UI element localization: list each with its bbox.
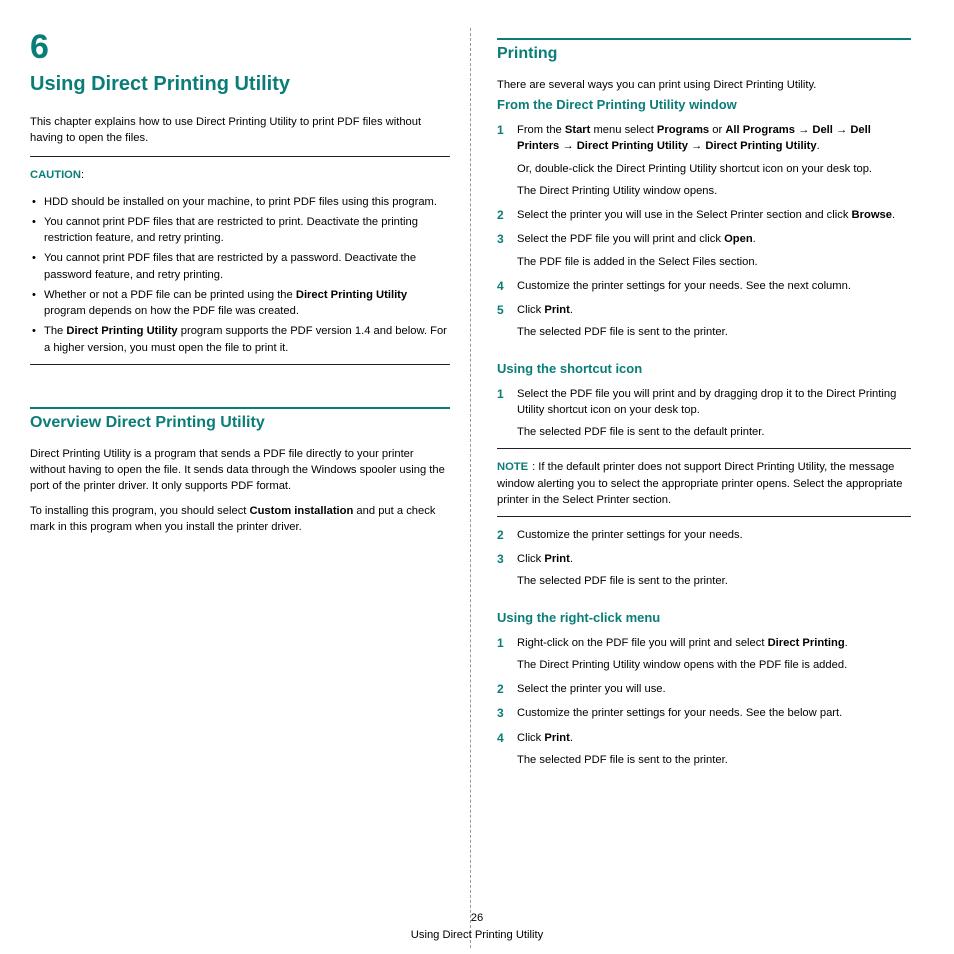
list-item: HDD should be installed on your machine,…: [30, 194, 450, 210]
step: Select the printer you will use.: [497, 681, 911, 697]
page-footer: 26 Using Direct Printing Utility: [0, 910, 954, 944]
chapter-intro: This chapter explains how to use Direct …: [30, 114, 450, 146]
subheading-shortcut: Using the shortcut icon: [497, 361, 911, 376]
page-number: 26: [0, 910, 954, 927]
step: Customize the printer settings for your …: [497, 527, 911, 543]
caution-label: CAUTION: [30, 169, 81, 181]
section-rule: [30, 407, 450, 409]
step: Select the PDF file you will print and c…: [497, 231, 911, 269]
steps-window: From the Start menu select Programs or A…: [497, 122, 911, 340]
steps-shortcut-cont: Customize the printer settings for your …: [497, 527, 911, 590]
list-item: You cannot print PDF files that are rest…: [30, 214, 450, 246]
step: Click Print. The selected PDF file is se…: [497, 302, 911, 340]
step: Customize the printer settings for your …: [497, 278, 911, 294]
page-footer-text: Using Direct Printing Utility: [0, 927, 954, 944]
note: NOTE: If the default printer does not su…: [497, 459, 911, 508]
step: From the Start menu select Programs or A…: [497, 122, 911, 199]
list-item: Whether or not a PDF file can be printed…: [30, 287, 450, 319]
subheading-window: From the Direct Printing Utility window: [497, 97, 911, 112]
section-title-overview: Overview Direct Printing Utility: [30, 414, 450, 432]
steps-rightclick: Right-click on the PDF file you will pri…: [497, 635, 911, 768]
step: Select the PDF file you will print and b…: [497, 386, 911, 441]
list-item: You cannot print PDF files that are rest…: [30, 250, 450, 282]
steps-shortcut: Select the PDF file you will print and b…: [497, 386, 911, 441]
section-title-printing: Printing: [497, 45, 911, 63]
separator: [30, 156, 450, 157]
paragraph: There are several ways you can print usi…: [497, 77, 911, 93]
separator: [30, 364, 450, 365]
caution-list: HDD should be installed on your machine,…: [30, 194, 450, 356]
step: Click Print. The selected PDF file is se…: [497, 551, 911, 589]
paragraph: To installing this program, you should s…: [30, 503, 450, 535]
step: Select the printer you will use in the S…: [497, 207, 911, 223]
step: Customize the printer settings for your …: [497, 705, 911, 721]
step: Click Print. The selected PDF file is se…: [497, 730, 911, 768]
separator: [497, 516, 911, 517]
list-item: The Direct Printing Utility program supp…: [30, 323, 450, 355]
chapter-title: Using Direct Printing Utility: [30, 73, 450, 96]
subheading-rightclick: Using the right-click menu: [497, 610, 911, 625]
step: Right-click on the PDF file you will pri…: [497, 635, 911, 673]
separator: [497, 448, 911, 449]
section-rule: [497, 38, 911, 40]
paragraph: Direct Printing Utility is a program tha…: [30, 446, 450, 495]
chapter-number: 6: [30, 28, 450, 67]
